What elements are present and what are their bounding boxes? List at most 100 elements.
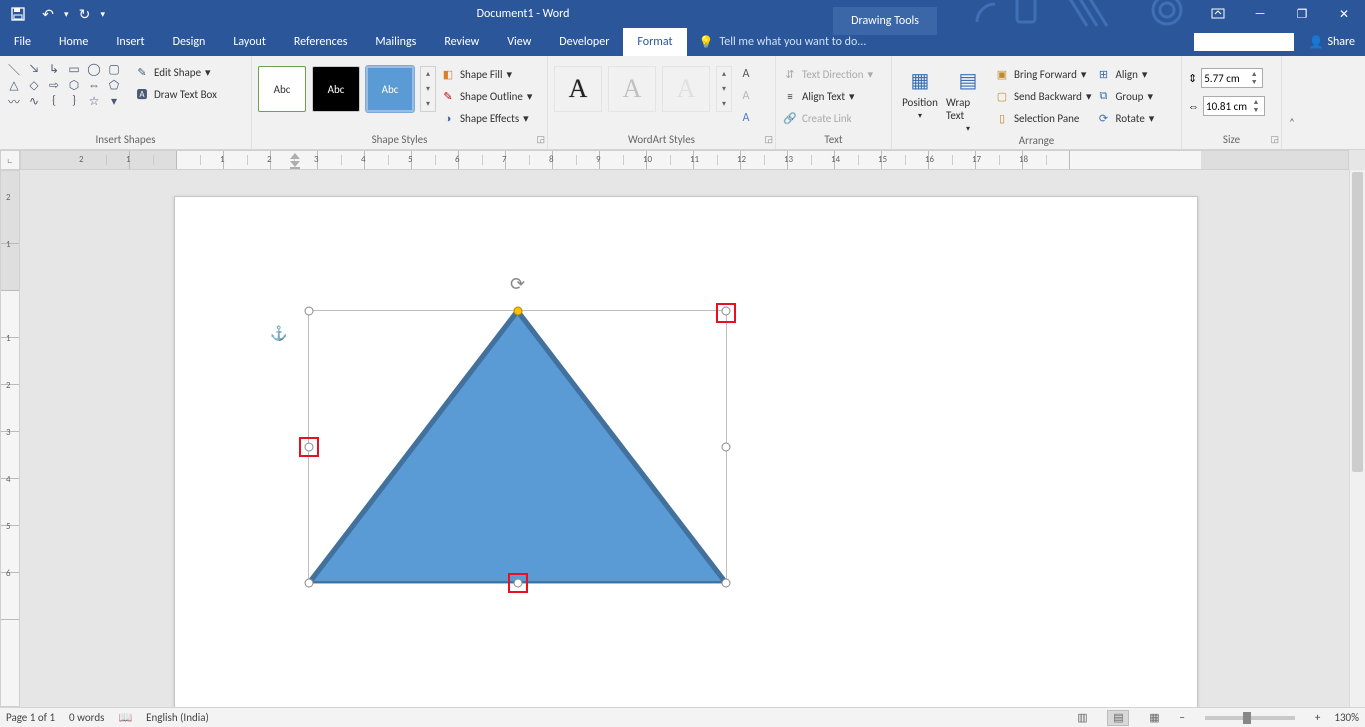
selection-pane-button[interactable]: ▯Selection Pane — [994, 108, 1091, 128]
shape-style-gallery[interactable]: Abc Abc Abc ▴▾▾ — [258, 60, 436, 112]
qat-undo-more[interactable]: ▾ — [64, 9, 69, 20]
wrap-text-button[interactable]: ▤ Wrap Text▾ — [946, 60, 990, 134]
tab-format[interactable]: Format — [623, 28, 686, 56]
shape-star-icon[interactable]: ☆ — [86, 94, 102, 108]
status-proofing-icon[interactable]: 📖 — [118, 711, 132, 724]
shape-oval-icon[interactable]: ◯ — [86, 62, 102, 76]
shapes-gallery[interactable]: ＼ ↘ ↳ ▭ ◯ ▢ △ ◇ ⇨ ⬡ ⇔ ⬠ 〰 ∿ { } ☆ ▾ — [6, 60, 126, 108]
zoom-in[interactable]: + — [1315, 711, 1320, 724]
collapse-ribbon[interactable]: ˄ — [1282, 56, 1302, 149]
shape-style-1[interactable]: Abc — [258, 66, 306, 112]
shape-style-3[interactable]: Abc — [366, 66, 414, 112]
document-page[interactable]: ⚓ ⟳ — [174, 196, 1198, 707]
shape-style-2[interactable]: Abc — [312, 66, 360, 112]
text-fill-button[interactable]: A — [736, 64, 756, 84]
tab-developer[interactable]: Developer — [545, 28, 623, 56]
qat-redo[interactable]: ↻ — [71, 0, 99, 28]
title-search-box[interactable] — [1194, 33, 1294, 51]
shape-line-icon[interactable]: ＼ — [6, 62, 22, 76]
tab-references[interactable]: References — [280, 28, 362, 56]
shape-freeform-icon[interactable]: 〰 — [6, 94, 22, 108]
bring-forward-button[interactable]: ▣Bring Forward ▾ — [994, 64, 1091, 84]
view-web-layout[interactable]: ▦ — [1143, 710, 1165, 726]
wordart-style-3[interactable]: A — [662, 66, 710, 112]
zoom-level[interactable]: 130% — [1334, 711, 1359, 724]
rotate-button[interactable]: ⟳Rotate ▾ — [1095, 108, 1154, 128]
shape-rbrace-icon[interactable]: } — [66, 94, 82, 108]
tab-layout[interactable]: Layout — [219, 28, 280, 56]
first-line-indent[interactable] — [289, 151, 301, 169]
handle-se[interactable] — [722, 579, 731, 588]
vertical-scrollbar[interactable] — [1349, 170, 1365, 707]
status-page[interactable]: Page 1 of 1 — [6, 711, 55, 724]
edit-shape-button[interactable]: ✎Edit Shape ▾ — [130, 62, 221, 82]
handle-nw[interactable] — [305, 307, 314, 316]
draw-text-box-button[interactable]: 🅰Draw Text Box — [130, 84, 221, 104]
qat-save[interactable] — [4, 0, 32, 28]
status-words[interactable]: 0 words — [69, 711, 104, 724]
shape-style-more[interactable]: ▴▾▾ — [420, 66, 436, 112]
shape-connector-icon[interactable]: ↳ — [46, 62, 62, 76]
handle-sw[interactable] — [305, 579, 314, 588]
tab-file[interactable]: File — [0, 28, 45, 56]
shape-styles-dialog[interactable]: ◲ — [536, 133, 545, 147]
tab-view[interactable]: View — [493, 28, 545, 56]
shape-outline-button[interactable]: ✎Shape Outline ▾ — [440, 86, 532, 106]
shape-pent-icon[interactable]: ⬠ — [106, 78, 122, 92]
shape-diamond-icon[interactable]: ◇ — [26, 78, 42, 92]
align-text-button[interactable]: ≡Align Text ▾ — [782, 86, 873, 106]
qat-customize[interactable]: ▾ — [101, 9, 106, 20]
wordart-gallery[interactable]: A A A ▴▾▾ — [554, 60, 732, 112]
text-outline-button[interactable]: A — [736, 86, 756, 106]
tab-design[interactable]: Design — [159, 28, 220, 56]
shape-rect-icon[interactable]: ▭ — [66, 62, 82, 76]
tab-mailings[interactable]: Mailings — [361, 28, 430, 56]
tab-insert[interactable]: Insert — [102, 28, 158, 56]
tab-home[interactable]: Home — [45, 28, 102, 56]
view-read-mode[interactable]: ▥ — [1071, 710, 1093, 726]
shape-fill-button[interactable]: ◧Shape Fill ▾ — [440, 64, 532, 84]
shape-curve-icon[interactable]: ∿ — [26, 94, 42, 108]
triangle-shape[interactable] — [309, 311, 726, 583]
window-restore[interactable]: ❐ — [1281, 0, 1323, 28]
size-dialog[interactable]: ◲ — [1270, 133, 1279, 147]
zoom-out[interactable]: − — [1179, 711, 1184, 724]
wordart-style-1[interactable]: A — [554, 66, 602, 112]
shape-lbrace-icon[interactable]: { — [46, 94, 62, 108]
shape-effects-button[interactable]: ◑Shape Effects ▾ — [440, 108, 532, 128]
share-button[interactable]: 👤 Share — [1298, 28, 1365, 56]
tab-review[interactable]: Review — [430, 28, 493, 56]
shape-hex-icon[interactable]: ⬡ — [66, 78, 82, 92]
scrollbar-thumb[interactable] — [1352, 172, 1363, 472]
shape-rarrow-icon[interactable]: ⇨ — [46, 78, 62, 92]
shape-roundrect-icon[interactable]: ▢ — [106, 62, 122, 76]
vertical-ruler[interactable]: 21123456 — [0, 170, 20, 707]
horizontal-ruler[interactable]: 21123456789101112131415161718 — [20, 150, 1349, 170]
position-button[interactable]: ▦ Position▾ — [898, 60, 942, 121]
align-button[interactable]: ⊞Align ▾ — [1095, 64, 1154, 84]
wordart-style-2[interactable]: A — [608, 66, 656, 112]
view-print-layout[interactable]: ▤ — [1107, 710, 1129, 726]
ribbon-display-options[interactable] — [1197, 0, 1239, 28]
wordart-dialog[interactable]: ◲ — [764, 133, 773, 147]
shape-height-field[interactable]: ⇕ 5.77 cm▲▼ — [1188, 68, 1265, 88]
handle-adjust[interactable] — [513, 307, 522, 316]
status-language[interactable]: English (India) — [146, 711, 209, 724]
qat-undo[interactable]: ↶ — [34, 0, 62, 28]
shape-lrarrow-icon[interactable]: ⇔ — [86, 78, 102, 92]
send-backward-button[interactable]: ▢Send Backward ▾ — [994, 86, 1091, 106]
window-minimize[interactable]: — — [1239, 0, 1281, 28]
shape-selection-box[interactable]: ⟳ — [308, 310, 727, 584]
window-close[interactable]: ✕ — [1323, 0, 1365, 28]
shape-triangle-icon[interactable]: △ — [6, 78, 22, 92]
title-decoration — [937, 0, 1197, 28]
wordart-more[interactable]: ▴▾▾ — [716, 66, 732, 112]
handle-e[interactable] — [722, 443, 731, 452]
shape-more-icon[interactable]: ▾ — [106, 94, 122, 108]
rotation-handle[interactable]: ⟳ — [510, 273, 525, 295]
text-effects-button[interactable]: A — [736, 108, 756, 128]
shape-width-field[interactable]: ⇔ 10.81 cm▲▼ — [1188, 96, 1265, 116]
shape-arrow-icon[interactable]: ↘ — [26, 62, 42, 76]
zoom-slider[interactable] — [1205, 716, 1295, 720]
anchor-icon[interactable]: ⚓ — [270, 325, 287, 342]
